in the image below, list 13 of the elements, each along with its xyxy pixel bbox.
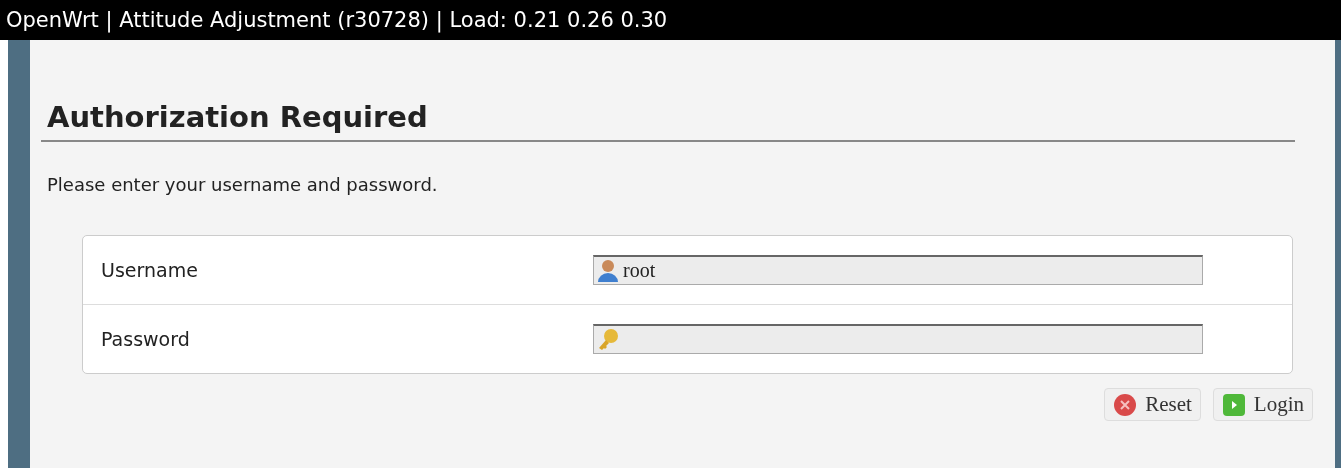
field-label: Password — [100, 328, 191, 350]
page-heading: Authorization Required — [41, 98, 1295, 142]
play-icon — [1221, 392, 1246, 417]
key-icon — [597, 327, 619, 352]
close-icon — [1113, 392, 1138, 417]
password-field[interactable] — [593, 324, 1203, 354]
header-title: OpenWrt | Attitude Adjustment (r30728) | Load: 0.21 0.26 0.30 — [0, 0, 1341, 40]
intro-text: Please enter your username and password. — [47, 174, 439, 195]
user-icon — [597, 258, 619, 283]
login-button[interactable]: Login — [1212, 388, 1313, 421]
field-label: Username — [100, 259, 199, 281]
reset-button[interactable]: Reset — [1104, 388, 1201, 421]
username-field[interactable]: root — [593, 255, 1203, 285]
